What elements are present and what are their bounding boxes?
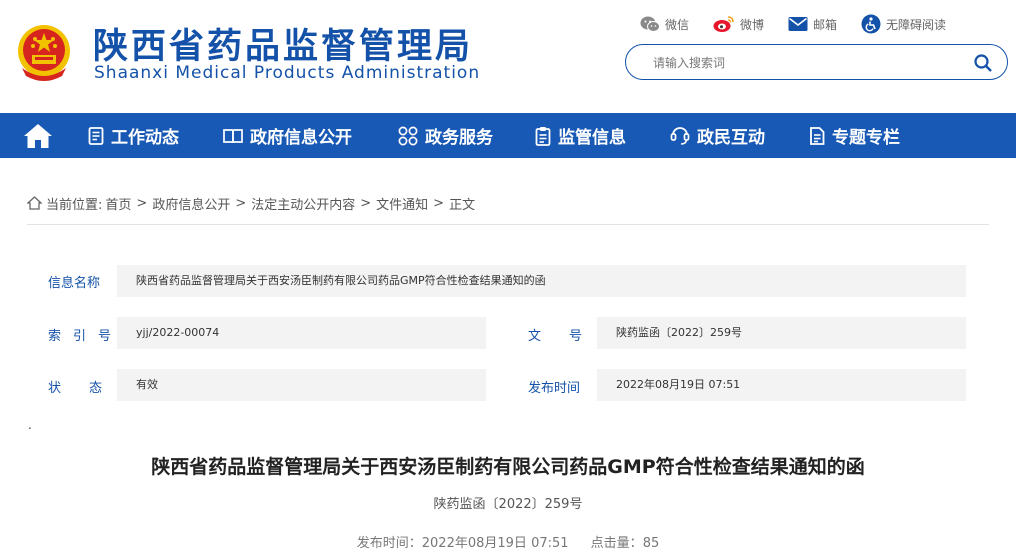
nav-item-special[interactable]: 专题专栏 <box>809 113 900 158</box>
wechat-label: 微信 <box>665 17 690 32</box>
weibo-label: 微博 <box>740 17 765 32</box>
info-name-label: 信息名称 <box>48 276 101 291</box>
nav-item-interaction[interactable]: 政民互动 <box>670 113 765 158</box>
home-icon <box>24 123 52 148</box>
article-title: 陕西省药品监督管理局关于西安汤臣制药有限公司药品GMP符合性检查结果通知的函 <box>151 456 865 478</box>
views-label: 点击量： <box>590 536 643 551</box>
nav-home[interactable] <box>0 113 76 158</box>
info-index-value: yjj/2022-00074 <box>117 317 486 349</box>
views-value: 85 <box>642 536 660 551</box>
breadcrumb-current: 正文 <box>449 197 476 213</box>
info-date-value: 2022年08月19日 07:51 <box>597 369 966 401</box>
breadcrumb-divider <box>27 224 989 225</box>
mail-label: 邮箱 <box>813 17 838 32</box>
info-docno-value: 陕药监函〔2022〕259号 <box>597 317 966 349</box>
breadcrumb-file-notices[interactable]: 文件通知 <box>376 194 428 213</box>
breadcrumb: 当前位置: 首页 > 政府信息公开 > 法定主动公开内容 > 文件通知 > 正文 <box>27 194 476 213</box>
nav-item-work[interactable]: 工作动态 <box>88 113 179 158</box>
breadcrumb-separator: > <box>136 195 148 211</box>
breadcrumb-prefix: 当前位置: <box>46 197 103 213</box>
breadcrumb-home[interactable]: 首页 <box>105 194 131 213</box>
weibo-icon <box>713 16 734 32</box>
nav-label-interaction: 政民互动 <box>697 128 765 148</box>
nav-item-services[interactable]: 政务服务 <box>398 113 493 158</box>
chat-icon <box>670 126 690 145</box>
nav-label-supervision: 监管信息 <box>558 128 626 148</box>
breadcrumb-info-disclosure[interactable]: 政府信息公开 <box>152 194 230 213</box>
nav-item-info-disclosure[interactable]: 政府信息公开 <box>223 113 352 158</box>
nav-item-supervision[interactable]: 监管信息 <box>535 113 626 158</box>
accessibility-icon <box>861 14 881 34</box>
nav-label-work: 工作动态 <box>111 128 179 148</box>
document-icon <box>88 126 104 145</box>
info-date-label: 发布时间 <box>528 381 581 396</box>
info-status-value: 有效 <box>117 369 486 401</box>
nav-label-info-disclosure: 政府信息公开 <box>250 128 352 148</box>
nav-label-special: 专题专栏 <box>832 128 900 148</box>
home-outline-icon <box>27 196 42 210</box>
breadcrumb-separator: > <box>360 195 372 211</box>
wechat-icon <box>640 16 660 32</box>
grid-icon <box>398 126 418 145</box>
book-icon <box>223 128 243 143</box>
mail-link[interactable]: 邮箱 <box>788 16 837 33</box>
search-icon[interactable] <box>973 53 993 73</box>
nav-label-services: 政务服务 <box>425 128 493 148</box>
site-header: 陕西省药品监督管理局 Shaanxi Medical Products Admi… <box>0 0 1016 113</box>
mail-icon <box>788 17 808 31</box>
wechat-link[interactable]: 微信 <box>640 15 689 33</box>
accessibility-label: 无障碍阅读 <box>886 17 947 32</box>
accessibility-link[interactable]: 无障碍阅读 <box>861 14 946 34</box>
file-icon <box>810 126 825 145</box>
article-doc-number: 陕药监函〔2022〕259号 <box>433 497 583 512</box>
national-emblem-icon <box>18 25 70 81</box>
header-links: 微信 微博 邮箱 无障碍阅读 <box>640 14 970 34</box>
publish-time-value: 2022年08月19日 07:51 <box>421 536 569 551</box>
stray-dot: . <box>28 418 32 432</box>
article-meta: 发布时间：2022年08月19日 07:51 点击量：85 <box>0 532 1016 551</box>
clipboard-icon <box>535 126 551 146</box>
search-box <box>625 44 1008 80</box>
info-name-value: 陕西省药品监督管理局关于西安汤臣制药有限公司药品GMP符合性检查结果通知的函 <box>117 265 966 297</box>
site-title-en: Shaanxi Medical Products Administration <box>94 63 481 83</box>
breadcrumb-statutory-content[interactable]: 法定主动公开内容 <box>251 194 355 213</box>
breadcrumb-separator: > <box>433 195 445 211</box>
info-index-label: 索引号 <box>48 329 124 344</box>
weibo-link[interactable]: 微博 <box>713 15 764 33</box>
site-title-cn: 陕西省药品监督管理局 <box>93 27 474 67</box>
breadcrumb-separator: > <box>235 195 247 211</box>
main-nav: 工作动态 政府信息公开 政务服务 监管信息 政民互动 专题专栏 <box>0 113 1016 158</box>
search-input[interactable] <box>653 53 953 73</box>
publish-time-label: 发布时间： <box>356 536 422 551</box>
